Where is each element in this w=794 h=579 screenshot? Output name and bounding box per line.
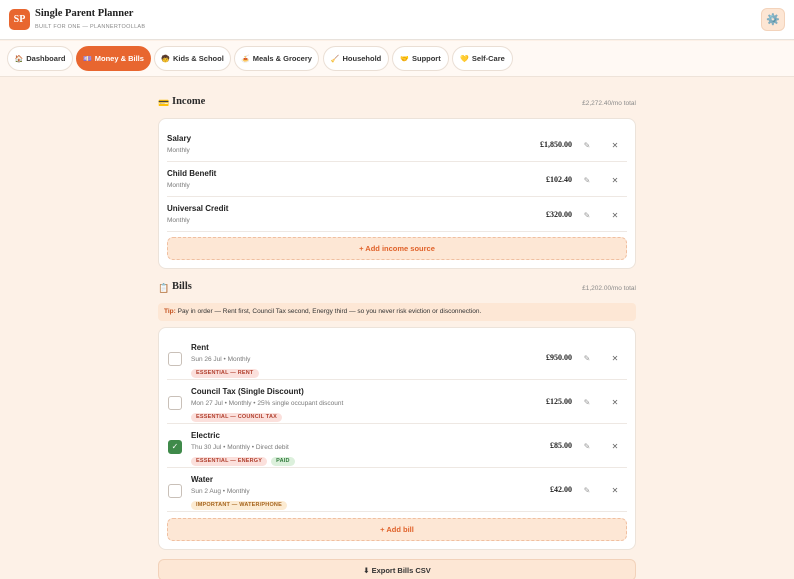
income-frequency: Monthly	[167, 147, 190, 154]
income-total: £2,272.40/mo total	[582, 100, 636, 107]
income-name: Universal Credit	[167, 204, 229, 213]
gear-icon: ⚙️	[766, 14, 780, 26]
delete-icon[interactable]: ✕	[609, 210, 621, 222]
category-badge: IMPORTANT — WATER/PHONE	[191, 501, 287, 510]
bill-row: ✓ Electric Thu 30 Jul • Monthly • Direct…	[167, 424, 627, 468]
income-card: Salary Monthly £1,850.00 ✎ ✕ Child Benef…	[158, 118, 636, 269]
tab-dashboard[interactable]: 🏠 Dashboard	[7, 46, 73, 71]
edit-icon[interactable]: ✎	[581, 397, 593, 409]
income-row: Salary Monthly £1,850.00 ✎ ✕	[167, 127, 627, 162]
bill-name: Council Tax (Single Discount)	[191, 387, 304, 396]
add-income-button[interactable]: + Add income source	[167, 237, 627, 260]
add-bill-button[interactable]: + Add bill	[167, 518, 627, 541]
broom-icon: 🧹	[330, 55, 340, 63]
income-name: Salary	[167, 134, 192, 143]
income-section-header: 💳 Income £2,272.40/mo total	[158, 96, 636, 112]
bill-name: Electric	[191, 431, 220, 440]
delete-icon[interactable]: ✕	[609, 441, 621, 453]
tab-money-bills[interactable]: 💷 Money & Bills	[76, 46, 151, 71]
bills-tip: Tip: Pay in order — Rent first, Council …	[158, 303, 636, 321]
bill-name: Rent	[191, 343, 209, 352]
bill-row: Council Tax (Single Discount) Mon 27 Jul…	[167, 380, 627, 424]
edit-icon[interactable]: ✎	[581, 353, 593, 365]
tab-kids-school[interactable]: 🧒 Kids & School	[154, 46, 231, 71]
nav-tabs: 🏠 Dashboard 💷 Money & Bills 🧒 Kids & Sch…	[0, 41, 794, 77]
bill-badges: ESSENTIAL — COUNCIL TAX	[191, 413, 282, 422]
edit-icon[interactable]: ✎	[581, 210, 593, 222]
category-badge: ESSENTIAL — ENERGY	[191, 457, 268, 466]
tab-household[interactable]: 🧹 Household	[323, 46, 389, 71]
bill-name: Water	[191, 475, 213, 484]
category-badge: ESSENTIAL — RENT	[191, 369, 259, 378]
clipboard-icon: 📋	[158, 283, 170, 293]
bill-badges: ESSENTIAL — ENERGY PAID	[191, 457, 295, 466]
delete-icon[interactable]: ✕	[609, 397, 621, 409]
bill-paid-checkbox[interactable]	[168, 352, 182, 366]
credit-card-icon: 💳	[158, 98, 170, 108]
edit-icon[interactable]: ✎	[581, 485, 593, 497]
income-frequency: Monthly	[167, 182, 190, 189]
bill-amount: £42.00	[550, 485, 572, 494]
bill-amount: £85.00	[550, 441, 572, 450]
tab-label: Support	[411, 54, 441, 63]
tab-label: Household	[342, 54, 382, 63]
tab-label: Money & Bills	[94, 54, 144, 63]
bill-paid-checkbox[interactable]	[168, 484, 182, 498]
tab-meals-grocery[interactable]: 🍝 Meals & Grocery	[234, 46, 319, 71]
app-logo: SP	[9, 9, 30, 30]
bill-paid-checkbox[interactable]: ✓	[168, 440, 182, 454]
tip-text: Pay in order — Rent first, Council Tax s…	[175, 308, 482, 315]
edit-icon[interactable]: ✎	[581, 140, 593, 152]
edit-icon[interactable]: ✎	[581, 441, 593, 453]
paid-badge: PAID	[271, 457, 295, 466]
income-amount: £320.00	[546, 210, 572, 219]
delete-icon[interactable]: ✕	[609, 175, 621, 187]
bill-badges: ESSENTIAL — RENT	[191, 369, 259, 378]
bills-total: £1,202.00/mo total	[582, 285, 636, 292]
app-subtitle: BUILT FOR ONE — PLANNERTOOLLAB	[35, 24, 146, 30]
export-bills-csv-button[interactable]: ⬇ Export Bills CSV	[158, 559, 636, 579]
tab-support[interactable]: 🤝 Support	[392, 46, 449, 71]
tab-label: Self-Care	[471, 54, 505, 63]
money-icon: 💷	[83, 55, 92, 63]
tab-label: Dashboard	[26, 54, 66, 63]
food-icon: 🍝	[241, 55, 250, 63]
income-row: Child Benefit Monthly £102.40 ✎ ✕	[167, 162, 627, 197]
bill-amount: £125.00	[546, 397, 572, 406]
bills-card: Rent Sun 26 Jul • Monthly ESSENTIAL — RE…	[158, 327, 636, 550]
delete-icon[interactable]: ✕	[609, 140, 621, 152]
bills-title: Bills	[172, 281, 192, 292]
tip-label: Tip:	[164, 308, 176, 315]
house-icon: 🏠	[14, 55, 24, 63]
bill-row: Water Sun 2 Aug • Monthly IMPORTANT — WA…	[167, 468, 627, 512]
app-header: SP Single Parent Planner BUILT FOR ONE —…	[0, 0, 794, 40]
edit-icon[interactable]: ✎	[581, 175, 593, 187]
bill-paid-checkbox[interactable]	[168, 396, 182, 410]
category-badge: ESSENTIAL — COUNCIL TAX	[191, 413, 282, 422]
income-name: Child Benefit	[167, 169, 217, 178]
app-title: Single Parent Planner	[35, 8, 134, 19]
handshake-icon: 🤝	[400, 55, 409, 63]
income-row: Universal Credit Monthly £320.00 ✎ ✕	[167, 197, 627, 232]
delete-icon[interactable]: ✕	[609, 485, 621, 497]
bill-detail: Mon 27 Jul • Monthly • 25% single occupa…	[191, 400, 344, 407]
bill-row: Rent Sun 26 Jul • Monthly ESSENTIAL — RE…	[167, 336, 627, 380]
child-icon: 🧒	[161, 55, 170, 63]
income-frequency: Monthly	[167, 217, 190, 224]
bill-detail: Sun 26 Jul • Monthly	[191, 356, 251, 363]
income-amount: £1,850.00	[540, 140, 572, 149]
bill-amount: £950.00	[546, 353, 572, 362]
tab-label: Kids & School	[172, 54, 224, 63]
tab-label: Meals & Grocery	[252, 54, 312, 63]
settings-button[interactable]: ⚙️	[761, 8, 785, 31]
bill-detail: Thu 30 Jul • Monthly • Direct debit	[191, 444, 289, 451]
heart-icon: 💛	[460, 55, 469, 63]
delete-icon[interactable]: ✕	[609, 353, 621, 365]
bill-badges: IMPORTANT — WATER/PHONE	[191, 501, 287, 510]
income-title: Income	[172, 96, 206, 107]
tab-self-care[interactable]: 💛 Self-Care	[452, 46, 513, 71]
bill-detail: Sun 2 Aug • Monthly	[191, 488, 250, 495]
bills-section-header: 📋 Bills £1,202.00/mo total	[158, 281, 636, 297]
income-amount: £102.40	[546, 175, 572, 184]
